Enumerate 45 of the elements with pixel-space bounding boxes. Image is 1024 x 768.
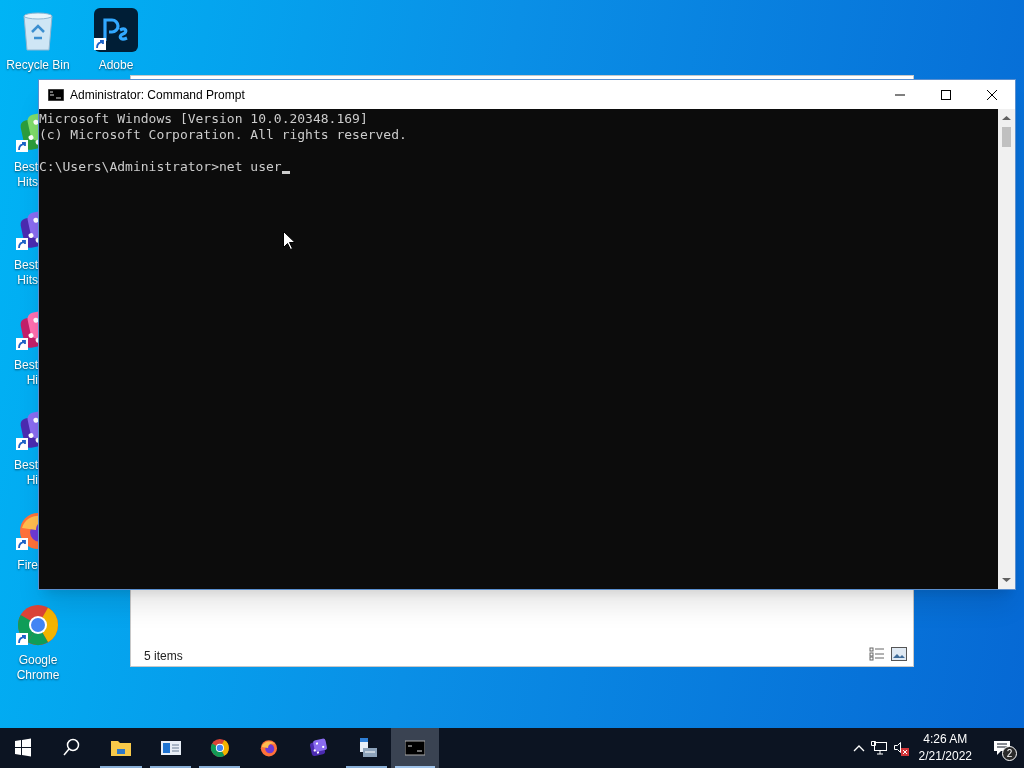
folder-icon	[111, 738, 131, 758]
clock[interactable]: 4:26 AM 2/21/2022	[910, 728, 980, 768]
window-title: Administrator: Command Prompt	[70, 86, 245, 104]
icon-label: Hits	[17, 273, 38, 288]
icon-label: Chrome	[15, 668, 61, 683]
console-icon	[48, 88, 64, 101]
close-icon	[987, 89, 997, 100]
console-line: (c) Microsoft Corporation. All rights reserved.	[39, 127, 408, 143]
icon-label: Best	[14, 358, 38, 373]
dice-icon	[307, 738, 328, 758]
notifications-button[interactable]: 2	[980, 728, 1024, 768]
scroll-up-icon[interactable]	[1002, 115, 1011, 121]
chrome-icon	[16, 603, 60, 647]
icon-label: Best	[14, 458, 38, 473]
mouse-pointer-icon	[283, 231, 295, 250]
start-icon	[14, 738, 34, 758]
icon-label: Best	[14, 258, 38, 273]
thumbnail-view-icon[interactable]	[891, 647, 907, 661]
taskbar-button[interactable]	[391, 728, 439, 768]
icon-label: Google	[17, 653, 59, 668]
notification-count: 2	[1002, 746, 1017, 761]
chrome-icon	[209, 738, 230, 758]
icon-label: Adobe	[97, 58, 135, 73]
icon-label: Hi	[26, 373, 38, 388]
scroll-down-icon[interactable]	[1002, 577, 1011, 583]
firefox-icon	[258, 738, 279, 758]
console-line: Microsoft Windows [Version 10.0.20348.169]	[39, 111, 369, 127]
console-icon	[405, 738, 425, 758]
status-text: 5 items	[144, 648, 183, 665]
icon-label: Fire	[17, 558, 38, 573]
window-panel-icon	[160, 738, 181, 758]
icon-label: Recycle Bin	[5, 58, 71, 73]
speaker-muted-icon[interactable]	[892, 740, 909, 756]
console-line: C:\Users\Administrator>net user	[39, 159, 282, 175]
scroll-thumb[interactable]	[1002, 127, 1011, 147]
search-icon	[62, 738, 82, 758]
scrollbar[interactable]	[998, 109, 1015, 589]
chevron-up-icon[interactable]	[852, 744, 865, 752]
icon-label: Hits	[17, 175, 38, 190]
details-view-icon[interactable]	[869, 647, 885, 661]
photoshop-icon	[94, 8, 138, 52]
network-icon[interactable]	[870, 740, 887, 756]
maximize-icon	[941, 89, 951, 100]
icon-label: Best	[14, 160, 38, 175]
icon-label: Hi	[26, 473, 38, 488]
